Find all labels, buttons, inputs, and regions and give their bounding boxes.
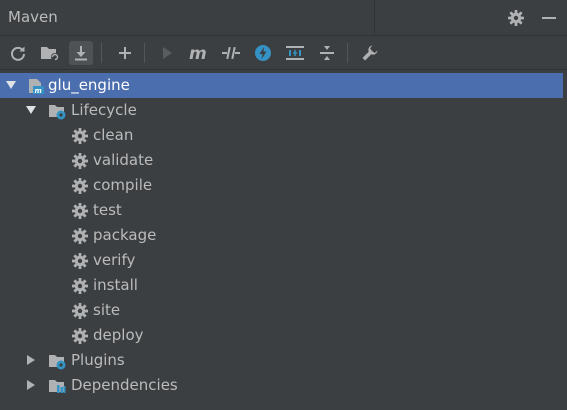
phase-label: test [93,201,122,219]
tree-item-lifecycle[interactable]: Lifecycle [0,98,567,123]
m-icon: m [189,44,207,62]
tree-item-dependencies[interactable]: Dependencies [0,373,567,398]
phase-label: package [93,226,157,244]
offline-icon [222,46,240,60]
collapse-icon [320,46,334,60]
tool-window-header: Maven [0,0,567,36]
maven-module-icon: m [29,79,44,95]
skip-tests-button[interactable] [251,41,275,65]
gear-icon [71,127,89,145]
lifecycle-phase-site[interactable]: site [0,298,567,323]
collapse-all-button[interactable] [315,41,339,65]
offline-mode-button[interactable] [219,41,243,65]
collapsed-arrow-icon[interactable] [25,354,37,366]
tree-item-label: Lifecycle [71,101,137,119]
phase-label: deploy [93,326,144,344]
add-project-button[interactable] [113,41,137,65]
lifecycle-phase-compile[interactable]: compile [0,173,567,198]
phase-label: compile [93,176,153,194]
toolbar-separator [347,43,348,63]
maven-toolbar: m [0,36,567,70]
wrench-icon [362,45,378,61]
phase-label: validate [93,151,154,169]
tree-item-label: Plugins [71,351,125,369]
expand-arrow-icon[interactable] [5,79,17,91]
download-sources-button[interactable] [69,41,93,65]
gear-icon [71,152,89,170]
reload-button[interactable] [6,41,30,65]
diagram-icon [286,46,304,60]
folder-gear-icon [49,355,66,370]
lifecycle-phase-deploy[interactable]: deploy [0,323,567,348]
generate-sources-button[interactable] [38,41,62,65]
tool-window-title: Maven [8,8,58,26]
reload-icon [11,46,25,61]
lifecycle-phase-package[interactable]: package [0,223,567,248]
scrollbar-track[interactable] [563,72,567,410]
gear-icon [71,227,89,245]
plus-icon [119,47,131,59]
folder-gear-icon [49,105,66,120]
execute-goal-button[interactable]: m [186,41,210,65]
gear-icon [71,327,89,345]
maven-projects-tree: m glu_engine Lifecycle clean validate co… [0,72,567,410]
lifecycle-phase-install[interactable]: install [0,273,567,298]
svg-text:m: m [35,87,42,95]
expand-arrow-icon[interactable] [25,104,37,116]
gear-icon[interactable] [507,9,525,27]
lifecycle-phase-test[interactable]: test [0,198,567,223]
show-dependencies-button[interactable] [283,41,307,65]
phase-label: clean [93,126,134,144]
svg-text:m: m [189,44,207,62]
collapsed-arrow-icon[interactable] [25,379,37,391]
folder-refresh-icon [41,47,59,61]
tree-item-project[interactable]: m glu_engine [0,73,567,98]
minimize-icon[interactable] [540,9,558,27]
gear-icon [71,252,89,270]
tree-item-plugins[interactable]: Plugins [0,348,567,373]
gear-icon [71,202,89,220]
tree-item-label: Dependencies [71,376,178,394]
toolbar-separator [144,43,145,63]
lifecycle-phase-clean[interactable]: clean [0,123,567,148]
lifecycle-phase-validate[interactable]: validate [0,148,567,173]
phase-label: install [93,276,138,294]
phase-label: verify [93,251,136,269]
phase-label: site [93,301,121,319]
gear-icon [71,177,89,195]
gear-icon [71,302,89,320]
maven-settings-button[interactable] [358,41,382,65]
header-divider [374,0,375,36]
tree-item-label: glu_engine [48,76,130,94]
play-icon [163,47,172,59]
run-build-button[interactable] [155,41,179,65]
lifecycle-phase-verify[interactable]: verify [0,248,567,273]
download-icon [75,46,87,61]
dependencies-icon [49,380,66,393]
toolbar-separator [101,43,102,63]
lightning-icon [255,45,271,61]
gear-icon [71,277,89,295]
